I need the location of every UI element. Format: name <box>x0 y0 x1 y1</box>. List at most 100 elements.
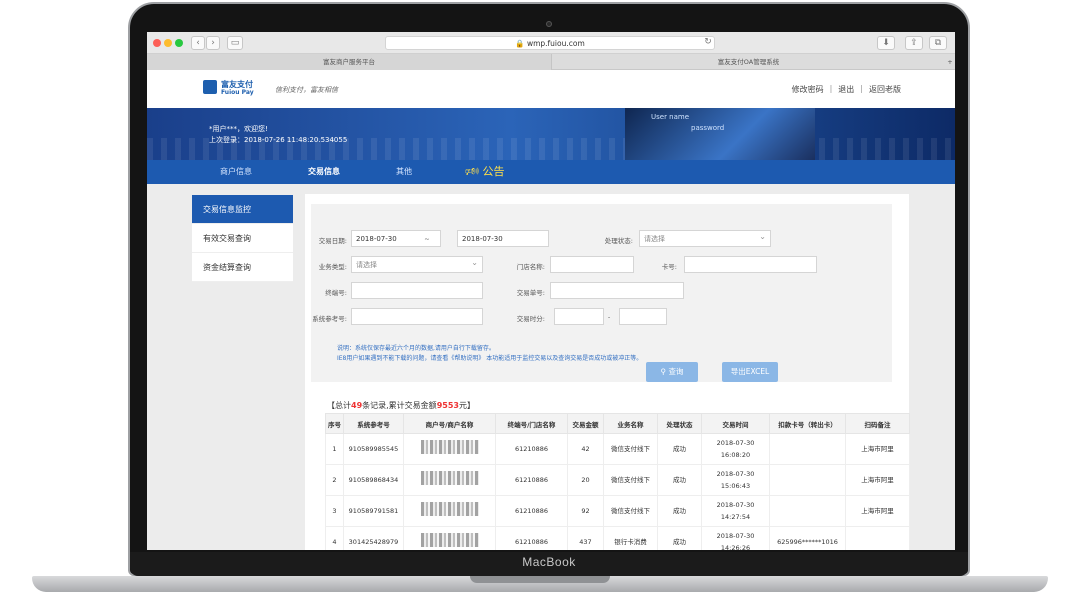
cell-remark: 上海市阿里 <box>845 433 910 465</box>
cell-ref: 910589985545 <box>343 433 404 465</box>
tab-oa-system[interactable]: 富友支付OA管理系统 <box>551 54 945 70</box>
cell-remark: 上海市阿里 <box>845 464 910 496</box>
table-header-row: 序号 系统参考号 商户号/商户名称 终端号/门店名称 交易金额 业务名称 处理状… <box>325 413 910 434</box>
column-header[interactable]: 扫码备注 <box>845 413 910 434</box>
sidebar-toggle-icon[interactable]: ▭ <box>227 36 243 50</box>
back-to-old-version-link[interactable]: 返回老版 <box>869 84 901 95</box>
redacted-text <box>420 533 479 547</box>
table-row[interactable]: 1 910589985545 61210886 42 微信支付线下 成功 201… <box>325 433 910 465</box>
card-no-input[interactable] <box>684 256 817 273</box>
column-header[interactable]: 终端号/门店名称 <box>495 413 568 434</box>
top-links: 修改密码 | 退出 | 返回老版 <box>792 84 901 95</box>
sidebar-item-settlement-query[interactable]: 资金结算查询 <box>192 253 293 282</box>
redacted-text <box>420 502 479 516</box>
table-body: 1 910589985545 61210886 42 微信支付线下 成功 201… <box>325 433 910 550</box>
column-header[interactable]: 处理状态 <box>657 413 702 434</box>
cell-terminal: 61210886 <box>495 526 568 550</box>
forward-icon[interactable]: › <box>206 36 220 50</box>
cell-terminal: 61210886 <box>495 464 568 496</box>
cell-ref: 910589868434 <box>343 464 404 496</box>
banner-password-text: password <box>691 124 725 132</box>
trade-table: 序号 系统参考号 商户号/商户名称 终端号/门店名称 交易金额 业务名称 处理状… <box>325 413 910 550</box>
sidebar: 交易信息监控 有效交易查询 资金结算查询 <box>192 195 293 282</box>
cell-biz: 银行卡消费 <box>603 526 658 550</box>
column-header[interactable]: 交易时间 <box>701 413 770 434</box>
column-header[interactable]: 交易金额 <box>567 413 604 434</box>
cell-date: 2018-07-30 <box>716 532 755 540</box>
status-select[interactable]: 请选择 <box>639 229 771 247</box>
cell-time: 2018-07-30 14:27:54 <box>701 495 770 527</box>
redacted-text <box>420 471 479 485</box>
ref-no-input[interactable] <box>351 308 483 325</box>
export-excel-button[interactable]: 导出EXCEL <box>722 362 778 382</box>
sidebar-item-valid-trade-query[interactable]: 有效交易查询 <box>192 224 293 253</box>
cell-amount: 42 <box>567 433 604 465</box>
welcome-text: *用户***，欢迎您! <box>209 125 268 133</box>
column-header[interactable]: 序号 <box>325 413 344 434</box>
laptop-chin: MacBook <box>130 552 968 576</box>
nav-other[interactable]: 其他 <box>371 160 437 184</box>
status-label: 处理状态: <box>604 237 633 245</box>
redacted-text <box>420 440 479 454</box>
cell-time: 2018-07-30 14:26:26 <box>701 526 770 550</box>
new-tab-icon[interactable]: + <box>945 54 955 70</box>
reload-icon[interactable]: ↻ <box>703 36 713 50</box>
record-count: 49 <box>351 401 363 410</box>
cell-remark: 上海市阿里 <box>845 495 910 527</box>
sidebar-item-trade-monitor[interactable]: 交易信息监控 <box>192 195 293 224</box>
cell-merchant-redacted <box>403 433 496 465</box>
column-header[interactable]: 商户号/商户名称 <box>403 413 496 434</box>
address-bar[interactable]: 🔒 wmp.fuiou.com <box>385 36 715 50</box>
change-password-link[interactable]: 修改密码 <box>792 84 824 95</box>
cell-ref: 910589791581 <box>343 495 404 527</box>
trade-no-input[interactable] <box>550 282 684 299</box>
logo-text-en: Fuiou Pay <box>221 89 254 96</box>
welcome-banner: User name password *用户***，欢迎您! 上次登录：2018… <box>147 108 955 160</box>
nav-merchant-info[interactable]: 商户信息 <box>203 160 269 184</box>
banner-photo-text: User name password <box>651 112 724 134</box>
main-nav: 商户信息 交易信息 其他 🕬 公告 <box>147 160 955 184</box>
trade-date-label: 交易日期: <box>318 237 347 245</box>
summary-prefix: 【总计 <box>327 401 351 410</box>
back-icon[interactable]: ‹ <box>191 36 205 50</box>
terminal-no-input[interactable] <box>351 282 483 299</box>
table-row[interactable]: 2 910589868434 61210886 20 微信支付线下 成功 201… <box>325 464 910 496</box>
column-header[interactable]: 扣款卡号（转出卡） <box>769 413 846 434</box>
tab-label: 富友支付OA管理系统 <box>717 58 780 66</box>
nav-trade-info[interactable]: 交易信息 <box>291 160 357 184</box>
browser-tab-bar: 富友商户服务平台 富友支付OA管理系统 + <box>147 54 955 70</box>
close-window-icon[interactable] <box>153 39 161 47</box>
cell-biz: 微信支付线下 <box>603 464 658 496</box>
query-button[interactable]: ⚲ 查询 <box>646 362 698 382</box>
card-no-label: 卡号: <box>661 263 677 271</box>
tabs-overview-icon[interactable]: ⧉ <box>929 36 947 50</box>
tab-merchant-platform[interactable]: 富友商户服务平台 <box>147 54 551 70</box>
fuiou-logo-icon <box>203 80 217 94</box>
filter-panel: 交易日期: 2018-07-30 ~ 2018-07-30 处理状态: 请选择 … <box>311 204 892 382</box>
column-header[interactable]: 系统参考号 <box>343 413 404 434</box>
store-name-input[interactable] <box>550 256 634 273</box>
minimize-window-icon[interactable] <box>164 39 172 47</box>
cell-no: 2 <box>325 464 344 496</box>
maximize-window-icon[interactable] <box>175 39 183 47</box>
link-divider: | <box>829 84 833 93</box>
cell-clock: 14:27:54 <box>720 513 751 521</box>
main-content: 交易日期: 2018-07-30 ~ 2018-07-30 处理状态: 请选择 … <box>305 194 910 550</box>
table-row[interactable]: 4 301425428979 61210886 437 银行卡消费 成功 201… <box>325 526 910 550</box>
cell-clock: 14:26:26 <box>720 544 751 550</box>
share-icon[interactable]: ⇪ <box>905 36 923 50</box>
biz-type-select[interactable]: 请选择 <box>351 255 483 273</box>
nav-notice[interactable]: 🕬 公告 <box>465 160 505 184</box>
column-header[interactable]: 业务名称 <box>603 413 658 434</box>
logout-link[interactable]: 退出 <box>838 84 854 95</box>
download-icon[interactable]: ⬇ <box>877 36 895 50</box>
cell-date: 2018-07-30 <box>716 470 755 478</box>
date-to-input[interactable]: 2018-07-30 <box>457 230 549 247</box>
result-summary: 【总计49条记录,累计交易金额9553元】 <box>327 400 475 411</box>
cell-no: 3 <box>325 495 344 527</box>
time-to-input[interactable] <box>619 308 667 325</box>
cell-card <box>769 495 846 527</box>
table-row[interactable]: 3 910589791581 61210886 92 微信支付线下 成功 201… <box>325 495 910 527</box>
total-amount: 9553 <box>436 401 459 410</box>
url-text: wmp.fuiou.com <box>526 39 585 48</box>
